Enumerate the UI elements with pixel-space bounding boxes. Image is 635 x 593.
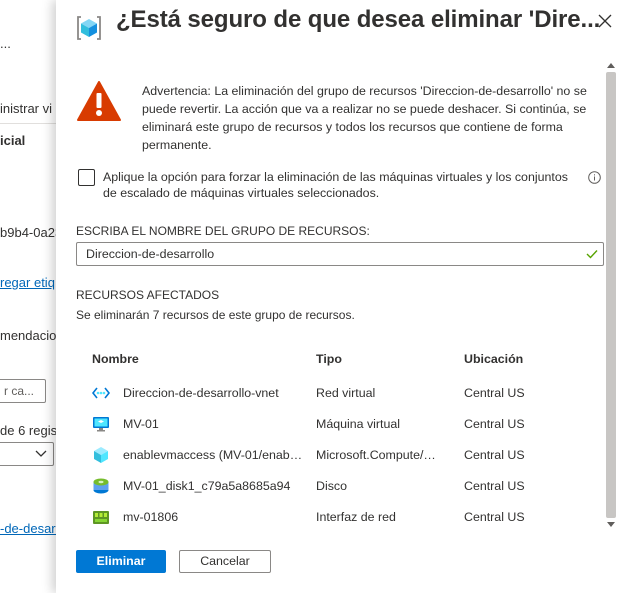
name-input-value: Direccion-de-desarrollo	[86, 247, 215, 261]
bg-recommendations-tab[interactable]: mendacion	[0, 328, 60, 343]
resource-name: MV-01_disk1_c79a5a8685a94	[123, 479, 291, 493]
table-row: mv-01806 Interfaz de red Central US	[76, 508, 586, 530]
scrollbar-thumb[interactable]	[606, 72, 616, 518]
virtual-network-icon	[92, 387, 110, 399]
checkmark-icon	[586, 250, 598, 259]
warning-icon	[77, 81, 121, 121]
bg-add-tags-link[interactable]: regar etiq	[0, 275, 55, 290]
virtual-machine-icon	[93, 417, 109, 432]
bg-administrar-text: inistrar vi	[0, 101, 53, 116]
panel-title: ¿Está seguro de que desea eliminar 'Dire…	[116, 6, 601, 33]
resource-group-name-input[interactable]: Direccion-de-desarrollo	[76, 242, 604, 266]
force-delete-label: Aplique la opción para forzar la elimina…	[103, 170, 568, 200]
column-header-type: Tipo	[316, 352, 342, 366]
bg-ellipsis: ...	[0, 36, 11, 51]
content-scrollbar[interactable]	[603, 62, 619, 528]
table-row: Direccion-de-desarrollo-vnet Red virtual…	[76, 384, 586, 415]
column-header-name: Nombre	[92, 352, 139, 366]
resource-location: Central US	[464, 417, 525, 431]
bg-records-text: de 6 regist	[0, 423, 60, 438]
affected-resources-subtitle: Se eliminarán 7 recursos de este grupo d…	[76, 308, 355, 322]
resource-name: enablevmaccess (MV-01/enablevmaccess)	[123, 448, 303, 462]
resource-location: Central US	[464, 386, 525, 400]
table-row: MV-01 Máquina virtual Central US	[76, 415, 586, 446]
bg-essentials-label: icial	[0, 133, 26, 148]
table-header: Nombre Tipo Ubicación	[76, 352, 586, 368]
column-header-location: Ubicación	[464, 352, 524, 366]
resource-type: Máquina virtual	[316, 417, 401, 431]
resource-location: Central US	[464, 510, 525, 524]
resource-type: Red virtual	[316, 386, 376, 400]
close-icon[interactable]	[596, 12, 614, 30]
force-delete-checkbox[interactable]	[78, 169, 95, 186]
affected-resources-title: RECURSOS AFECTADOS	[76, 288, 220, 302]
warning-message: Advertencia: La eliminación del grupo de…	[142, 84, 587, 152]
delete-resource-group-panel: ¿Está seguro de que desea eliminar 'Dire…	[56, 0, 635, 593]
resource-type: Disco	[316, 479, 347, 493]
resource-name: Direccion-de-desarrollo-vnet	[123, 386, 279, 400]
table-row: MV-01_disk1_c79a5a8685a94 Disco Central …	[76, 477, 586, 508]
resource-group-icon	[77, 16, 101, 40]
disk-icon	[93, 478, 109, 494]
cancel-button[interactable]: Cancelar	[179, 550, 271, 573]
scroll-down-icon[interactable]	[607, 522, 615, 528]
network-interface-icon	[93, 511, 109, 524]
resource-name: MV-01	[123, 417, 159, 431]
bg-resource-link[interactable]: -de-desarr	[0, 521, 60, 536]
bg-id-fragment: b9b4-0a23	[0, 225, 60, 240]
panel-header: ¿Está seguro de que desea eliminar 'Dire…	[56, 0, 635, 50]
resource-type: Microsoft.Compute/virtualMachines/extens…	[316, 448, 442, 462]
info-icon[interactable]	[588, 171, 601, 184]
delete-button[interactable]: Eliminar	[76, 550, 166, 573]
resource-location: Central US	[464, 448, 525, 462]
bg-divider	[0, 123, 60, 124]
chevron-down-icon	[35, 450, 47, 457]
panel-footer: Eliminar Cancelar	[56, 538, 635, 593]
panel-content: Advertencia: La eliminación del grupo de…	[56, 60, 621, 530]
bg-page-dropdown[interactable]	[0, 442, 54, 466]
name-field-label: ESCRIBA EL NOMBRE DEL GRUPO DE RECURSOS:	[76, 224, 370, 238]
resource-name: mv-01806	[123, 510, 179, 524]
scroll-up-icon[interactable]	[607, 62, 615, 68]
resource-location: Central US	[464, 479, 525, 493]
background-blade: ... inistrar vi icial b9b4-0a23 regar et…	[0, 0, 60, 593]
bg-filter-input[interactable]: r ca...	[0, 379, 46, 403]
resource-type: Interfaz de red	[316, 510, 396, 524]
vm-extension-icon	[94, 447, 108, 463]
table-row: enablevmaccess (MV-01/enablevmaccess) Mi…	[76, 446, 586, 477]
